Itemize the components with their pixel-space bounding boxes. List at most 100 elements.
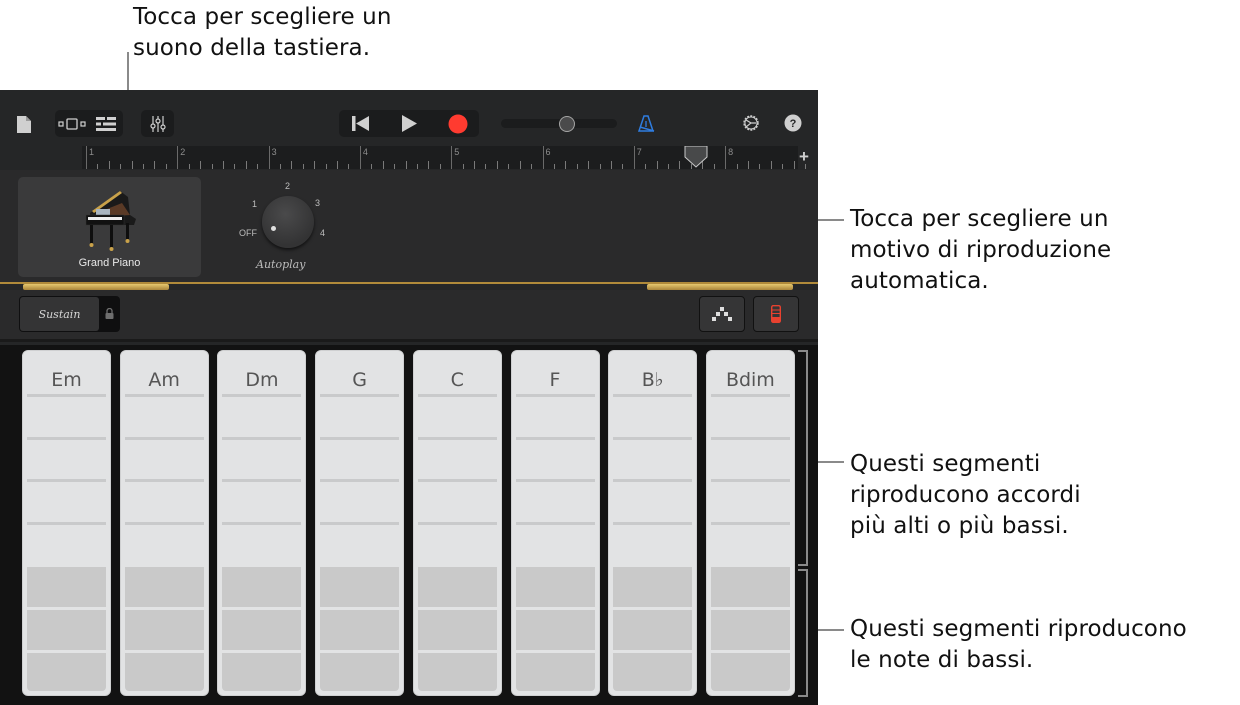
sustain-button[interactable]: Sustain xyxy=(20,297,99,331)
bass-segment[interactable] xyxy=(222,610,302,650)
autoplay-knob[interactable] xyxy=(262,196,314,248)
record-button[interactable] xyxy=(436,110,479,137)
go-to-beginning-button[interactable] xyxy=(339,110,382,137)
chord-segment[interactable] xyxy=(707,396,794,437)
chord-strip[interactable]: Bdim xyxy=(705,350,795,696)
chord-strips-button[interactable] xyxy=(699,296,745,332)
autoplay-position-4[interactable]: 4 xyxy=(320,228,325,238)
settings-button[interactable] xyxy=(740,112,762,134)
master-volume-slider[interactable] xyxy=(501,116,617,132)
bass-segment[interactable] xyxy=(417,567,497,607)
bass-segment[interactable] xyxy=(613,653,693,691)
bass-segment[interactable] xyxy=(515,653,595,691)
chord-strip[interactable]: Em xyxy=(22,350,111,696)
chord-segment[interactable] xyxy=(512,351,599,395)
chord-strip[interactable]: F xyxy=(510,350,600,696)
bass-segment[interactable] xyxy=(710,653,790,691)
autoplay-position-2[interactable]: 2 xyxy=(285,181,290,191)
ruler-tick xyxy=(131,161,133,169)
chord-strip[interactable]: B♭ xyxy=(608,350,698,696)
chord-segment[interactable] xyxy=(121,351,208,395)
bass-segment[interactable] xyxy=(710,567,790,607)
chord-segment[interactable] xyxy=(316,524,403,565)
bass-segment[interactable] xyxy=(417,610,497,650)
bass-segment[interactable] xyxy=(613,610,693,650)
chord-segment[interactable] xyxy=(218,481,305,522)
chord-segment[interactable] xyxy=(218,439,305,480)
track-list-button[interactable] xyxy=(89,110,123,137)
chord-segment[interactable] xyxy=(23,351,110,395)
chord-segment[interactable] xyxy=(414,396,501,437)
chord-segment[interactable] xyxy=(414,481,501,522)
chord-strips-icon xyxy=(712,307,732,321)
metronome-button[interactable] xyxy=(635,112,657,134)
chord-segment[interactable] xyxy=(316,396,403,437)
bass-segment[interactable] xyxy=(27,653,106,691)
chord-segment[interactable] xyxy=(707,524,794,565)
chord-segment[interactable] xyxy=(512,524,599,565)
bass-segment[interactable] xyxy=(124,567,204,607)
bass-segment[interactable] xyxy=(613,567,693,607)
chord-segment[interactable] xyxy=(316,439,403,480)
chord-segment[interactable] xyxy=(23,439,110,480)
bass-segment[interactable] xyxy=(515,610,595,650)
chord-segment[interactable] xyxy=(609,351,696,395)
chord-segment[interactable] xyxy=(609,524,696,565)
autoplay-position-3[interactable]: 3 xyxy=(315,198,320,208)
bass-segment[interactable] xyxy=(417,653,497,691)
chord-segment[interactable] xyxy=(512,439,599,480)
chord-segment[interactable] xyxy=(609,396,696,437)
autoplay-position-1[interactable]: 1 xyxy=(252,199,257,209)
chord-segment[interactable] xyxy=(23,396,110,437)
chord-segment[interactable] xyxy=(316,351,403,395)
instrument-selector-button[interactable]: Grand Piano xyxy=(18,177,201,277)
chord-segment[interactable] xyxy=(121,481,208,522)
tracks-view-button[interactable] xyxy=(55,110,89,137)
bass-segment[interactable] xyxy=(27,567,106,607)
chord-segment[interactable] xyxy=(609,481,696,522)
keyboard-toggle-button[interactable] xyxy=(753,296,799,332)
bass-segment[interactable] xyxy=(124,653,204,691)
sustain-control[interactable]: Sustain xyxy=(19,296,120,332)
chord-strip[interactable]: Am xyxy=(119,350,209,696)
bass-segment[interactable] xyxy=(710,610,790,650)
chord-segment[interactable] xyxy=(23,481,110,522)
chord-segment[interactable] xyxy=(512,481,599,522)
play-button[interactable] xyxy=(383,110,435,137)
add-section-button[interactable]: + xyxy=(799,147,809,167)
bass-segment[interactable] xyxy=(222,567,302,607)
bass-segment[interactable] xyxy=(27,610,106,650)
chord-segment[interactable] xyxy=(218,524,305,565)
chord-segment[interactable] xyxy=(121,524,208,565)
chord-segment[interactable] xyxy=(707,439,794,480)
chord-segment[interactable] xyxy=(414,439,501,480)
chord-segment[interactable] xyxy=(707,481,794,522)
bass-segment[interactable] xyxy=(124,610,204,650)
lock-icon[interactable] xyxy=(105,308,114,319)
help-button[interactable]: ? xyxy=(783,113,803,133)
chord-segment[interactable] xyxy=(512,396,599,437)
playhead[interactable] xyxy=(684,145,708,173)
bass-segment[interactable] xyxy=(222,653,302,691)
volume-knob[interactable] xyxy=(559,116,575,132)
chord-segment[interactable] xyxy=(218,396,305,437)
chord-segment[interactable] xyxy=(23,524,110,565)
chord-segment[interactable] xyxy=(414,351,501,395)
bass-segment[interactable] xyxy=(320,567,400,607)
chord-segment[interactable] xyxy=(414,524,501,565)
chord-segment[interactable] xyxy=(316,481,403,522)
chord-strip[interactable]: C xyxy=(412,350,502,696)
chord-strip[interactable]: Dm xyxy=(217,350,307,696)
bass-segment[interactable] xyxy=(320,653,400,691)
chord-strip[interactable]: G xyxy=(315,350,405,696)
chord-segment[interactable] xyxy=(707,351,794,395)
bass-segment[interactable] xyxy=(320,610,400,650)
chord-segment[interactable] xyxy=(121,396,208,437)
bass-segment[interactable] xyxy=(515,567,595,607)
autoplay-position-off[interactable]: OFF xyxy=(239,228,257,238)
chord-segment[interactable] xyxy=(609,439,696,480)
my-songs-button[interactable] xyxy=(14,112,34,136)
chord-segment[interactable] xyxy=(121,439,208,480)
mixer-button[interactable] xyxy=(141,110,174,137)
chord-segment[interactable] xyxy=(218,351,305,395)
